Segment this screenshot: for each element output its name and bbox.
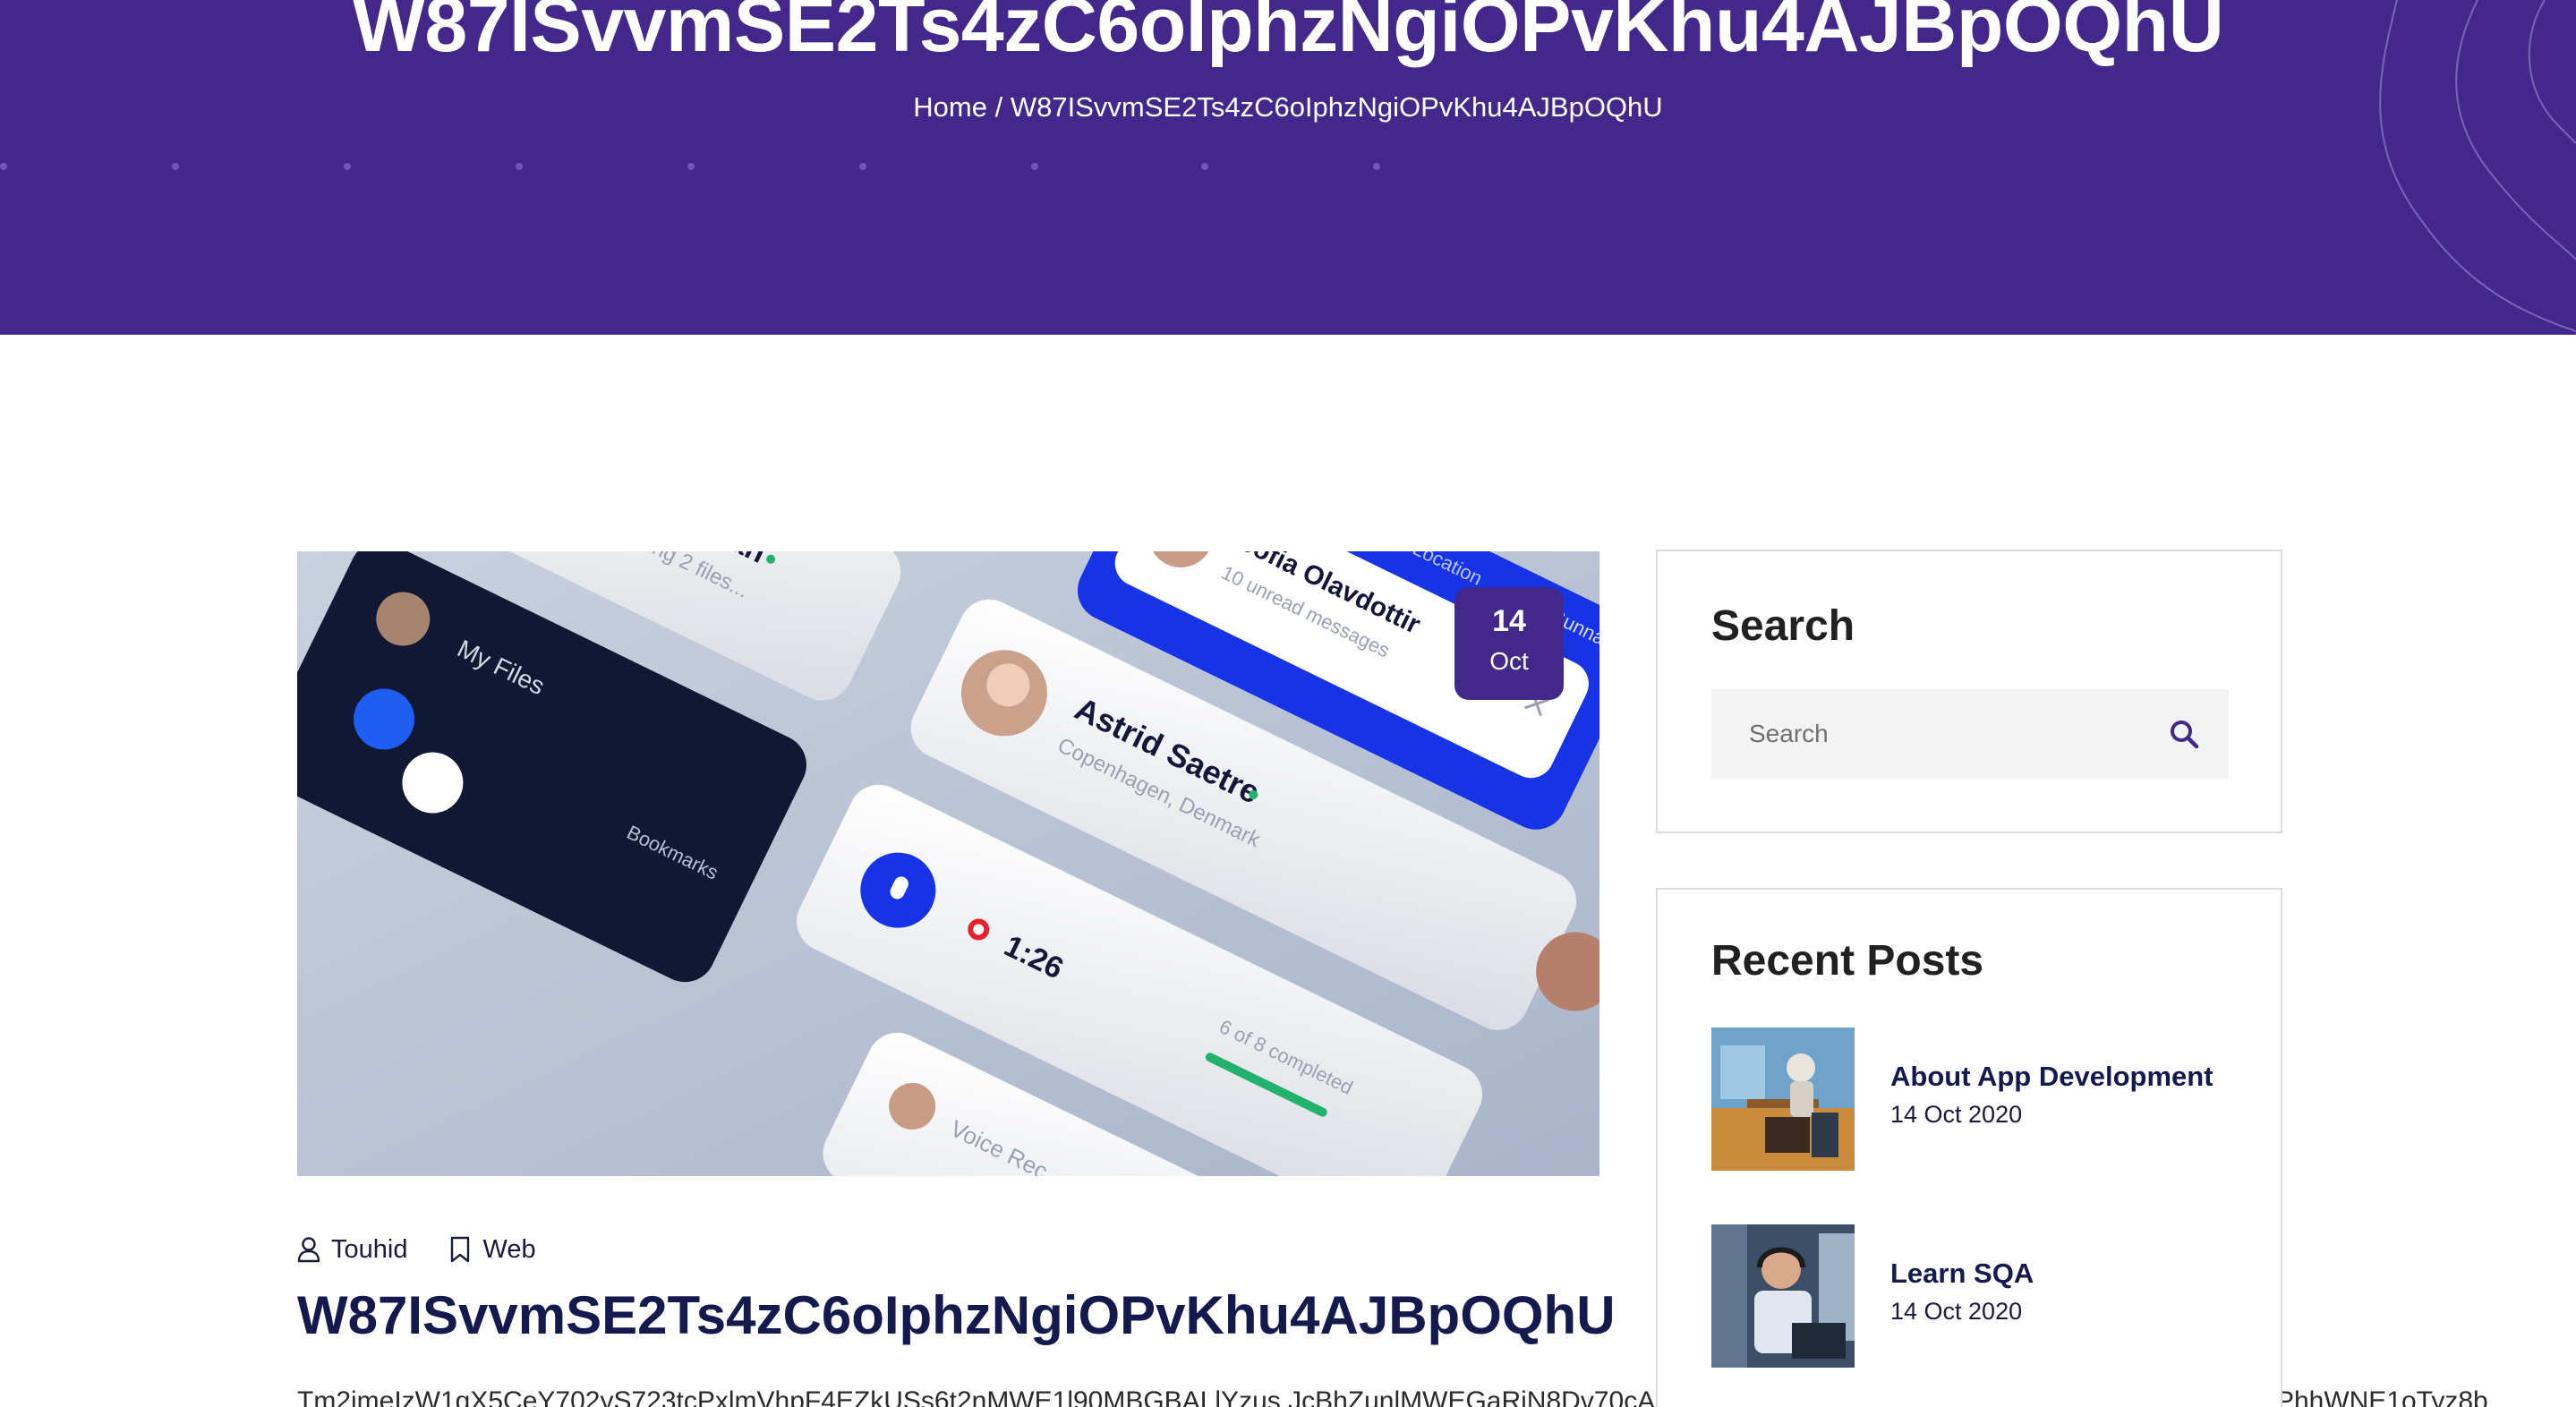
- recent-posts-title: Recent Posts: [1711, 937, 1984, 985]
- post-meta: Touhid Web: [297, 1232, 536, 1267]
- post-title[interactable]: W87ISvvmSE2Ts4zC6oIphzNgiOPvKhu4AJBpOQhU: [297, 1283, 1616, 1348]
- recent-post-thumbnail[interactable]: [1711, 1224, 1855, 1368]
- recent-post-thumbnail[interactable]: [1711, 1028, 1855, 1171]
- search-widget: Search: [1656, 550, 2282, 833]
- search-icon: [2171, 721, 2199, 749]
- breadcrumb-current: W87ISvvmSE2Ts4zC6oIphzNgiOPvKhu4AJBpOQhU: [1010, 91, 1663, 123]
- recent-post-title[interactable]: About App Development: [1890, 1060, 2213, 1094]
- recent-posts-widget: Recent Posts About App Development 14 Oc…: [1656, 888, 2282, 1407]
- post-category-name: Web: [482, 1234, 536, 1264]
- post-author[interactable]: Touhid: [297, 1235, 407, 1265]
- breadcrumb-home-link[interactable]: Home: [913, 91, 987, 123]
- post-date-day: 14: [1492, 604, 1526, 638]
- search-button[interactable]: [2139, 689, 2229, 779]
- user-icon: [297, 1237, 320, 1263]
- breadcrumb: Home / W87ISvvmSE2Ts4zC6oIphzNgiOPvKhu4A…: [0, 90, 2576, 125]
- man-with-headphones-image: [1711, 1224, 1855, 1368]
- post-date-badge: 14 Oct: [1454, 587, 1564, 700]
- breadcrumb-separator: /: [994, 91, 1003, 123]
- search-form: [1711, 689, 2229, 779]
- search-input[interactable]: [1711, 689, 2139, 779]
- recent-post-item[interactable]: Learn SQA 14 Oct 2020: [1711, 1224, 2248, 1368]
- post-author-name: Touhid: [331, 1234, 408, 1264]
- search-widget-title: Search: [1711, 602, 1855, 650]
- post-featured-image[interactable]: Sofia Olavdottir 10 unread messages Loca…: [297, 551, 1599, 1176]
- post-category[interactable]: Web: [448, 1234, 536, 1265]
- page-hero: W87ISvvmSE2Ts4zC6oIphzNgiOPvKhu4AJBpOQhU…: [0, 0, 2576, 335]
- recent-post-date: 14 Oct 2020: [1890, 1101, 2023, 1128]
- recent-post-date: 14 Oct 2020: [1890, 1298, 2023, 1325]
- recent-post-item[interactable]: About App Development 14 Oct 2020: [1711, 1028, 2248, 1171]
- robot-at-desk-image: [1711, 1028, 1855, 1171]
- page-title: W87ISvvmSE2Ts4zC6oIphzNgiOPvKhu4AJBpOQhU: [352, 0, 2224, 68]
- post-date-month: Oct: [1489, 647, 1529, 675]
- recent-post-text: Learn SQA 14 Oct 2020: [1890, 1257, 2034, 1326]
- ui-mockup-illustration: Sofia Olavdottir 10 unread messages Loca…: [297, 551, 1599, 1176]
- recent-post-title[interactable]: Learn SQA: [1890, 1257, 2034, 1291]
- bookmark-icon: [451, 1236, 470, 1263]
- recent-post-text: About App Development 14 Oct 2020: [1890, 1060, 2213, 1130]
